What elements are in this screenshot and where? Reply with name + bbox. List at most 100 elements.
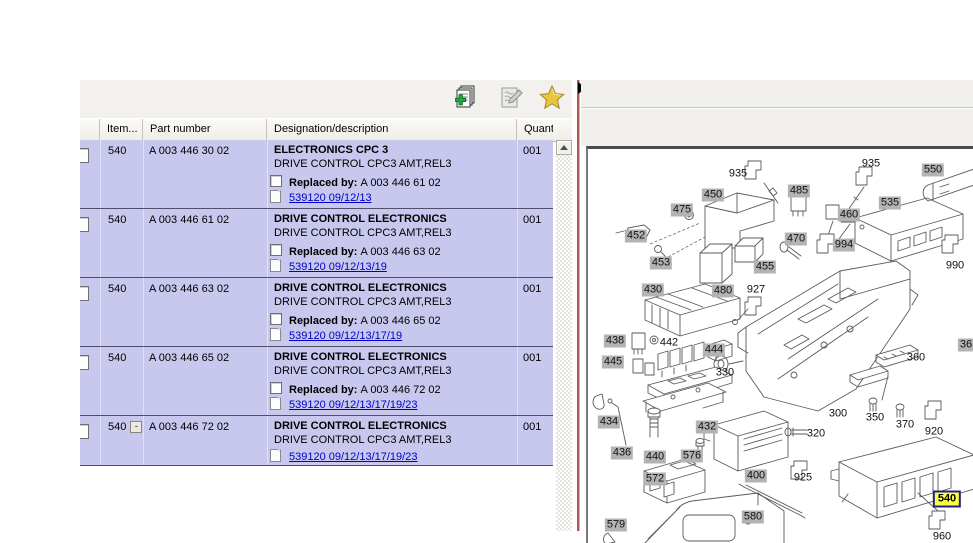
replaced-by-label: Replaced by: — [289, 315, 361, 327]
diagram-label-selected[interactable]: 540 — [933, 491, 961, 508]
diagram-label[interactable]: 360 — [905, 352, 927, 365]
diagram-label[interactable]: 580 — [742, 511, 764, 524]
diagram-label[interactable]: 350 — [864, 412, 886, 425]
diagram-label[interactable]: 450 — [702, 189, 724, 202]
replaced-by-checkbox[interactable] — [270, 244, 282, 256]
diagram-label[interactable]: 920 — [923, 426, 945, 439]
header-quantity[interactable]: Quantity — [517, 119, 553, 141]
diagram-label[interactable]: 444 — [703, 344, 725, 357]
table-header: Item... Part number Designation/descript… — [80, 118, 572, 142]
diagram-label[interactable]: 475 — [671, 204, 693, 217]
scroll-up-button[interactable] — [556, 140, 572, 155]
diagram-label[interactable]: 445 — [602, 356, 624, 369]
diagram-label[interactable]: 935 — [860, 158, 882, 171]
diagram-label[interactable]: 438 — [604, 335, 626, 348]
header-designation[interactable]: Designation/description — [267, 119, 517, 141]
diagram-label[interactable]: 370 — [894, 419, 916, 432]
header-item[interactable]: Item... — [100, 119, 143, 141]
diagram-label[interactable]: 400 — [745, 470, 767, 483]
row-select-checkbox[interactable] — [80, 286, 89, 301]
document-icon — [270, 397, 281, 410]
diagram-label[interactable]: 440 — [644, 451, 666, 464]
item-number: 540 — [108, 352, 126, 364]
row-select-checkbox[interactable] — [80, 424, 89, 439]
diagram-label[interactable]: 485 — [788, 185, 810, 198]
diagram-label[interactable]: 300 — [827, 408, 849, 421]
footnote-row: 539120 09/12/13/17/19 — [270, 328, 402, 342]
diagram-label[interactable]: 453 — [650, 257, 672, 270]
vertical-scrollbar[interactable] — [556, 140, 572, 531]
replaced-by-checkbox[interactable] — [270, 175, 282, 187]
part-number: A 003 446 63 02 — [143, 283, 269, 295]
part-number: A 003 446 30 02 — [143, 145, 269, 157]
diagram-label[interactable]: 455 — [754, 261, 776, 274]
diagram-label[interactable]: 452 — [625, 230, 647, 243]
row-select-checkbox[interactable] — [80, 217, 89, 232]
diagram-label[interactable]: 572 — [644, 473, 666, 486]
part-subtitle: DRIVE CONTROL CPC3 AMT,REL3 — [274, 158, 451, 170]
replaced-by-checkbox[interactable] — [270, 313, 282, 325]
diagram-label[interactable]: 535 — [879, 197, 901, 210]
diagram-label[interactable]: 470 — [785, 233, 807, 246]
diagram-label[interactable]: 36 — [958, 339, 973, 352]
footnote-link[interactable]: 539120 09/12/13/17/19 — [289, 330, 402, 342]
header-select-column[interactable] — [80, 119, 100, 141]
add-note-document-icon[interactable] — [452, 84, 480, 112]
replaced-by-row: Replaced by: A 003 446 63 02 — [270, 244, 441, 258]
item-number: 540 — [108, 145, 126, 157]
row-select-checkbox[interactable] — [80, 355, 89, 370]
diagram-label[interactable]: 480 — [712, 285, 734, 298]
part-title: DRIVE CONTROL ELECTRONICS — [274, 351, 447, 363]
footnote-link[interactable]: 539120 09/12/13/17/19/23 — [289, 399, 417, 411]
diagram-label[interactable]: 434 — [598, 416, 620, 429]
diagram-label[interactable]: 330 — [714, 367, 736, 380]
replaced-by-part: A 003 446 72 02 — [361, 384, 441, 396]
diagram-label[interactable]: 960 — [931, 531, 953, 543]
diagram-label[interactable]: 320 — [805, 428, 827, 441]
table-row[interactable]: 540-A 003 446 72 02DRIVE CONTROL ELECTRO… — [80, 416, 553, 466]
diagram-label[interactable]: 576 — [681, 450, 703, 463]
exploded-diagram-viewport[interactable]: 9354504754524534559355504855354604709949… — [586, 146, 973, 543]
diagram-label[interactable]: 432 — [696, 421, 718, 434]
item-number: 540 — [108, 214, 126, 226]
part-title: DRIVE CONTROL ELECTRONICS — [274, 213, 447, 225]
diagram-label[interactable]: 460 — [838, 209, 860, 222]
replaced-by-part: A 003 446 61 02 — [361, 177, 441, 189]
diagram-label[interactable]: 925 — [792, 472, 814, 485]
panel-splitter[interactable] — [577, 80, 579, 531]
table-row[interactable]: 540A 003 446 63 02DRIVE CONTROL ELECTRON… — [80, 278, 553, 347]
diagram-label[interactable]: 994 — [833, 239, 855, 252]
diagram-label[interactable]: 927 — [745, 284, 767, 297]
quantity: 001 — [517, 145, 553, 157]
footnote-link[interactable]: 539120 09/12/13/19 — [289, 261, 387, 273]
replaced-by-row: Replaced by: A 003 446 72 02 — [270, 382, 441, 396]
replaced-by-label: Replaced by: — [289, 384, 361, 396]
table-row[interactable]: 540A 003 446 30 02ELECTRONICS CPC 3DRIVE… — [80, 140, 553, 209]
diagram-label[interactable]: 430 — [642, 284, 664, 297]
footnote-link[interactable]: 539120 09/12/13 — [289, 192, 372, 204]
quantity: 001 — [517, 283, 553, 295]
diagram-label[interactable]: 935 — [727, 168, 749, 181]
diagram-label[interactable]: 442 — [658, 337, 680, 350]
collapse-button[interactable]: - — [130, 421, 142, 433]
footnote-link[interactable]: 539120 09/12/13/17/19/23 — [289, 451, 417, 463]
diagram-label[interactable]: 990 — [944, 260, 966, 273]
replaced-by-label: Replaced by: — [289, 177, 361, 189]
replaced-by-label: Replaced by: — [289, 246, 361, 258]
row-select-checkbox[interactable] — [80, 148, 89, 163]
replaced-by-checkbox[interactable] — [270, 382, 282, 394]
replaced-by-row: Replaced by: A 003 446 61 02 — [270, 175, 441, 189]
favorites-star-icon[interactable] — [538, 84, 566, 112]
edit-note-icon[interactable] — [497, 84, 525, 112]
diagram-label[interactable]: 436 — [611, 447, 633, 460]
quantity: 001 — [517, 214, 553, 226]
diagram-label[interactable]: 550 — [922, 164, 944, 177]
part-subtitle: DRIVE CONTROL CPC3 AMT,REL3 — [274, 227, 451, 239]
diagram-label[interactable]: 579 — [605, 519, 627, 532]
document-icon — [270, 328, 281, 341]
table-row[interactable]: 540A 003 446 61 02DRIVE CONTROL ELECTRON… — [80, 209, 553, 278]
header-part-number[interactable]: Part number — [143, 119, 267, 141]
quantity: 001 — [517, 421, 553, 433]
replaced-by-part: A 003 446 65 02 — [361, 315, 441, 327]
table-row[interactable]: 540A 003 446 65 02DRIVE CONTROL ELECTRON… — [80, 347, 553, 416]
